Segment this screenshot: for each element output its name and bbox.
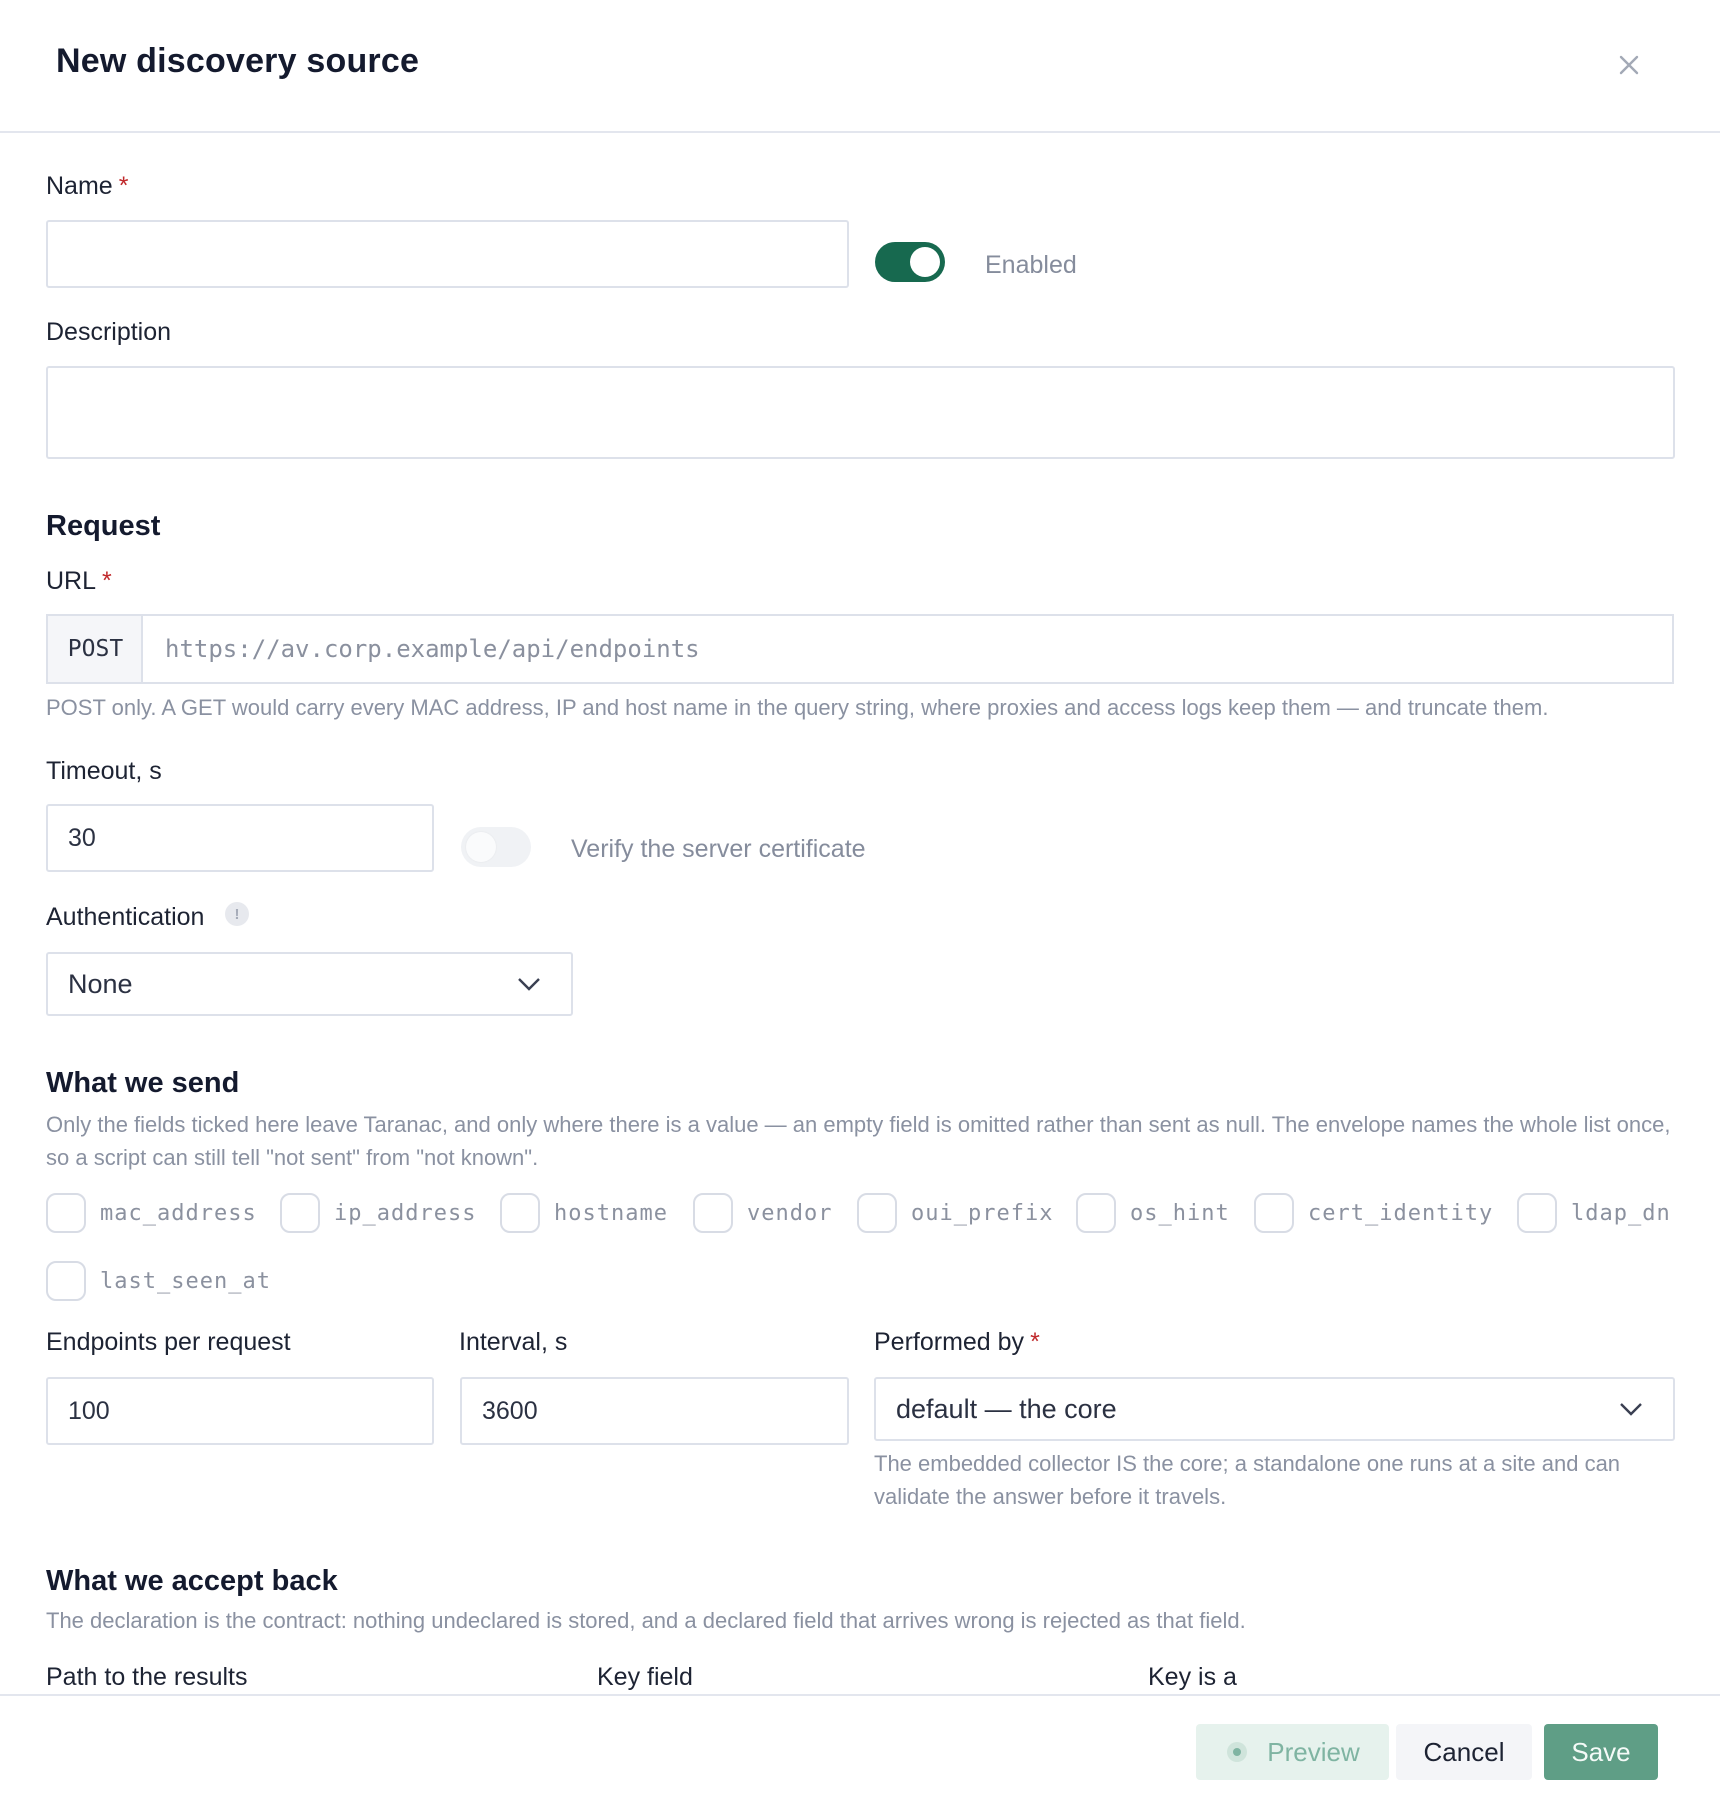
performed-by-value: default — the core [896,1393,1117,1424]
info-icon[interactable]: ! [225,902,249,926]
checkbox-box[interactable] [1254,1193,1294,1233]
field-checkbox-oui-prefix[interactable]: oui_prefix [857,1193,1053,1233]
checkbox-box[interactable] [46,1261,86,1301]
required-mark: * [1030,1328,1040,1356]
authentication-value: None [68,968,133,999]
name-label: Name * [46,172,128,201]
close-icon[interactable] [1614,50,1644,80]
interval-label: Interval, s [459,1328,568,1356]
field-checkbox-mac-address[interactable]: mac_address [46,1193,257,1233]
field-name: os_hint [1130,1200,1230,1226]
checkbox-box[interactable] [1076,1193,1116,1233]
name-label-text: Name [46,172,113,200]
check-icon [511,1206,529,1221]
field-checkbox-os-hint[interactable]: os_hint [1076,1193,1230,1233]
cancel-button[interactable]: Cancel [1396,1724,1532,1780]
chevron-down-icon [518,978,540,991]
checkbox-box[interactable] [693,1193,733,1233]
check-icon [57,1206,75,1221]
chevron-down-icon [1620,1403,1642,1416]
url-input[interactable]: https://av.corp.example/api/endpoints [141,614,1674,684]
what-we-accept-hint: The declaration is the contract: nothing… [46,1608,1246,1633]
what-we-send-hint: Only the fields ticked here leave Tarana… [46,1112,1671,1170]
interval-input[interactable]: 3600 [460,1377,849,1445]
dialog-header: New discovery source [0,0,1720,133]
field-name: ldap_dn [1571,1200,1671,1226]
key-field-label: Key field [597,1663,693,1691]
request-heading: Request [46,510,161,542]
eye-icon [1227,1742,1248,1762]
field-name: mac_address [100,1200,257,1226]
field-checkbox-ldap-dn[interactable]: ldap_dn [1517,1193,1671,1233]
verify-certificate-label: Verify the server certificate [571,835,866,863]
endpoints-per-request-label: Endpoints per request [46,1328,291,1356]
authentication-label: Authentication [46,903,205,931]
field-checkbox-cert-identity[interactable]: cert_identity [1254,1193,1493,1233]
field-name: oui_prefix [911,1200,1054,1226]
timeout-label: Timeout, s [46,757,162,785]
url-label: URL * [46,567,112,596]
required-mark: * [118,172,129,200]
field-name: ip_address [334,1200,477,1226]
enabled-label: Enabled [985,251,1077,279]
performed-by-label: Performed by * [874,1328,1040,1357]
checkbox-box[interactable] [500,1193,540,1233]
toggle-knob [466,832,496,862]
field-checkbox-hostname[interactable]: hostname [500,1193,668,1233]
toggle-knob [910,247,940,277]
checkbox-box[interactable] [46,1193,86,1233]
verify-certificate-toggle[interactable] [461,827,531,867]
new-discovery-source-dialog: New discovery source Name * Enabled Descr… [0,0,1720,1800]
check-icon [291,1206,309,1221]
field-name: vendor [747,1200,833,1226]
performed-by-select[interactable]: default — the core [874,1377,1675,1441]
description-textarea[interactable] [46,366,1675,459]
dialog-title: New discovery source [56,42,420,80]
http-method-badge: POST [46,614,143,684]
dialog-footer: Preview Cancel Save [0,1694,1720,1800]
preview-button-label: Preview [1267,1736,1360,1767]
enabled-toggle[interactable] [875,242,945,282]
checkbox-box[interactable] [857,1193,897,1233]
what-we-accept-heading: What we accept back [46,1565,338,1597]
performed-by-hint: The embedded collector IS the core; a st… [874,1451,1621,1509]
performed-by-label-text: Performed by [874,1328,1025,1356]
timeout-input[interactable]: 30 [46,804,434,872]
what-we-send-heading: What we send [46,1067,240,1099]
name-input[interactable] [46,220,849,288]
description-label: Description [46,318,172,346]
required-mark: * [102,567,112,595]
field-checkbox-vendor[interactable]: vendor [693,1193,832,1233]
key-is-a-label: Key is a [1148,1663,1237,1691]
endpoints-per-request-input[interactable]: 100 [46,1377,434,1445]
url-label-text: URL [46,567,97,595]
authentication-select[interactable]: None [46,952,573,1016]
path-to-results-label: Path to the results [46,1663,248,1691]
field-name: hostname [554,1200,668,1226]
field-name: cert_identity [1308,1200,1494,1226]
field-name: last_seen_at [100,1268,271,1294]
url-hint: POST only. A GET would carry every MAC a… [46,695,1549,720]
save-button[interactable]: Save [1544,1724,1658,1780]
field-checkbox-ip-address[interactable]: ip_address [280,1193,476,1233]
preview-button[interactable]: Preview [1196,1724,1389,1780]
checkbox-box[interactable] [280,1193,320,1233]
checkbox-box[interactable] [1517,1193,1557,1233]
field-checkbox-last-seen-at[interactable]: last_seen_at [46,1261,271,1301]
